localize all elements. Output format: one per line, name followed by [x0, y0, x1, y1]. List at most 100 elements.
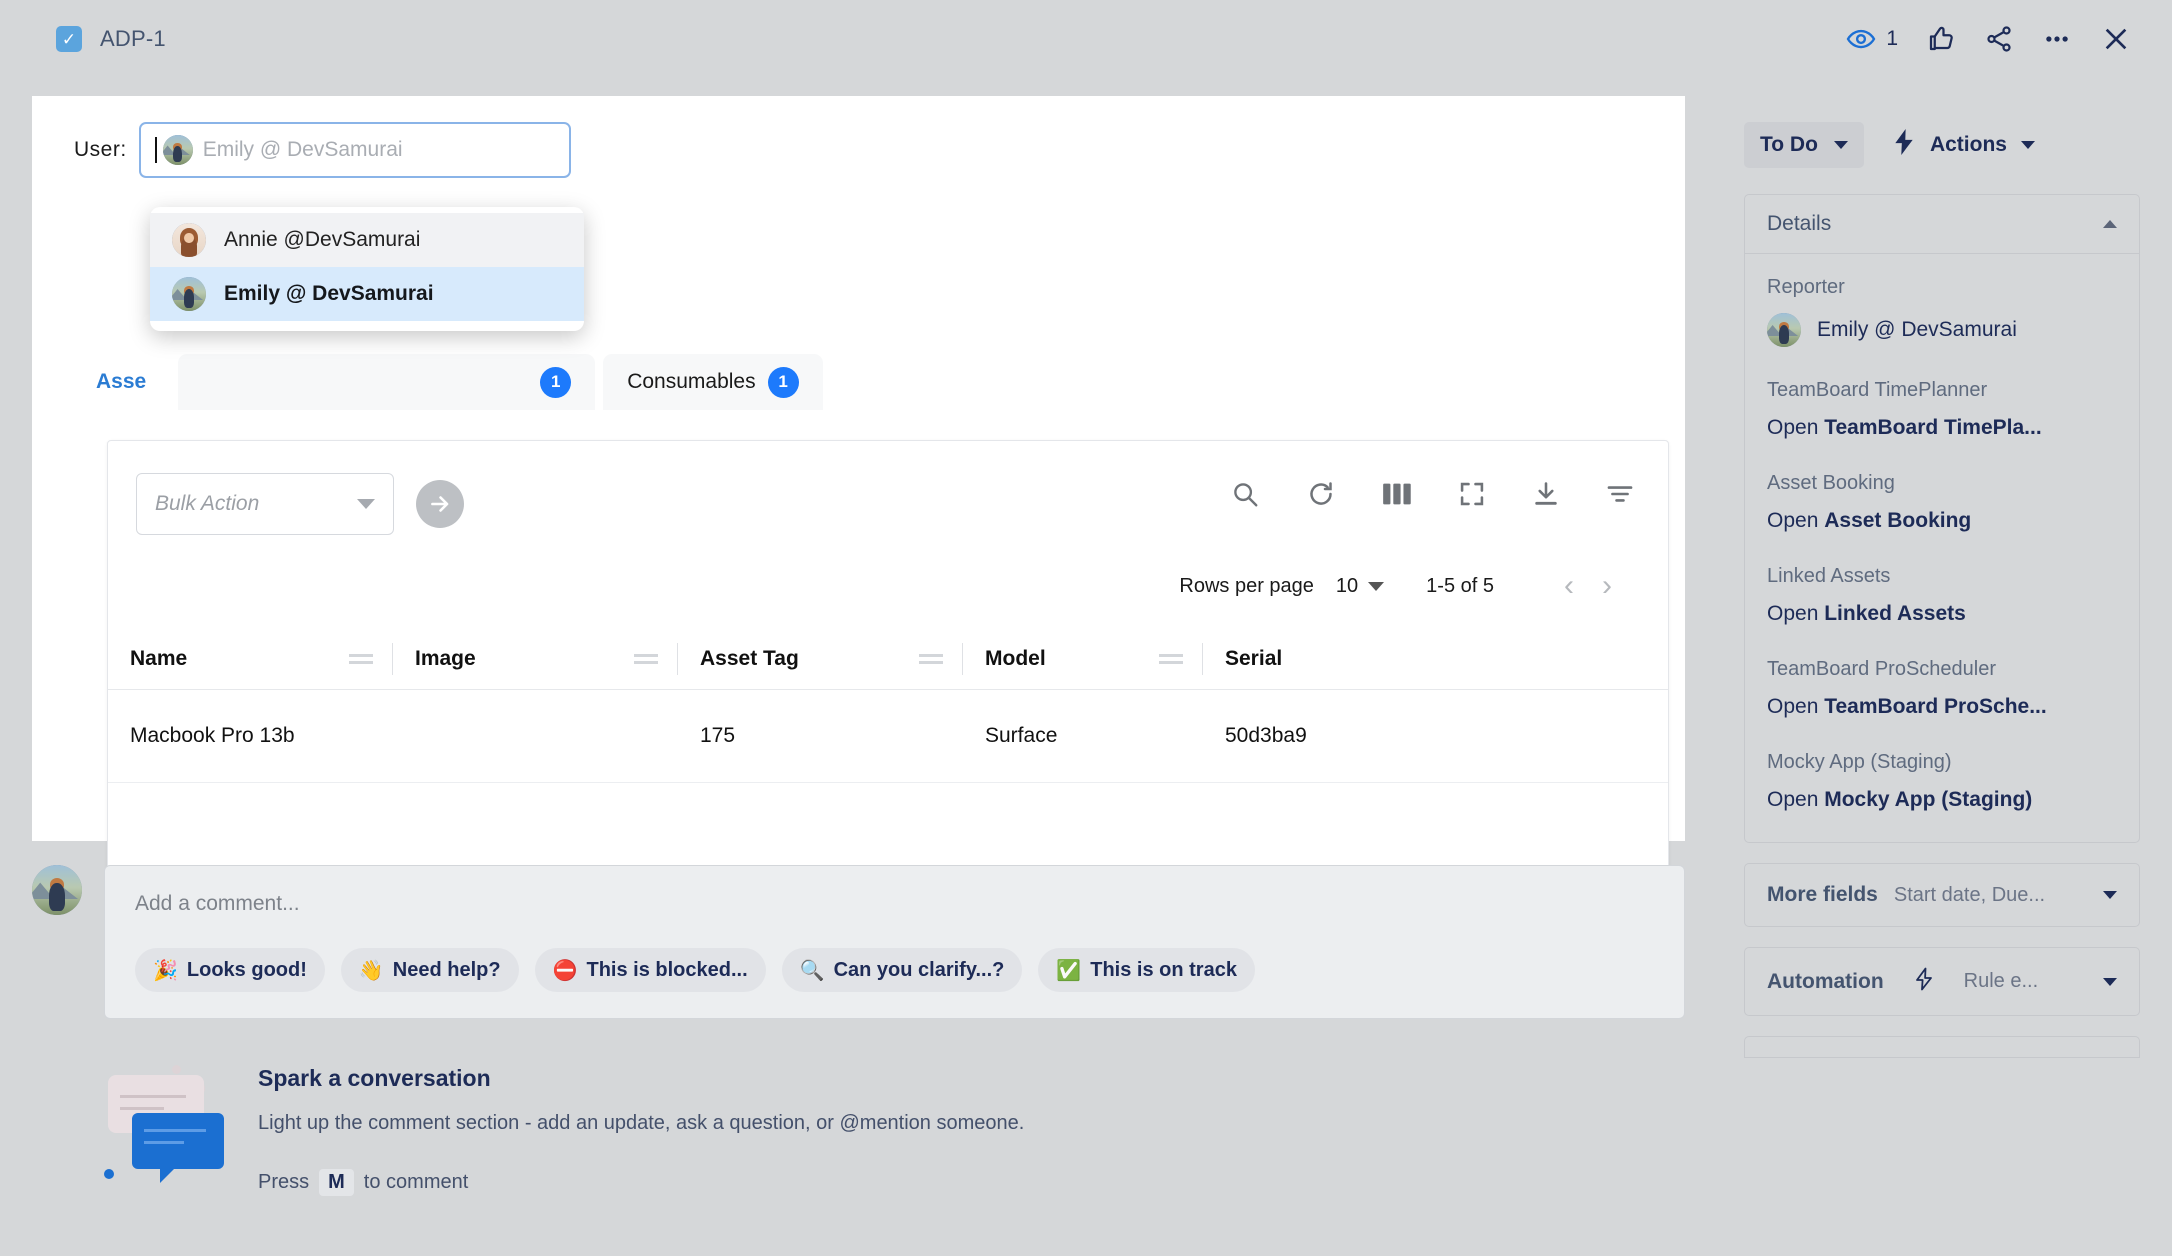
sidebar-next-panel-stub: [1744, 1036, 2140, 1058]
details-panel: Details Reporter Emily @ DevSamurai Team…: [1744, 194, 2140, 843]
issue-key-breadcrumb[interactable]: ADP-1: [100, 26, 166, 52]
tab-hidden-middle-badge: 1: [540, 366, 572, 398]
comment-placeholder: Add a comment...: [135, 892, 300, 915]
field-mocky-app-staging-link[interactable]: Open Mocky App (Staging): [1767, 788, 2117, 812]
tab-consumables[interactable]: Consumables 1: [603, 354, 823, 410]
dropdown-option-emily-label: Emily @ DevSamurai: [224, 282, 434, 305]
column-resize-handle-icon[interactable]: [919, 654, 943, 664]
press-suffix: to comment: [363, 1171, 469, 1193]
dropdown-option-annie[interactable]: Annie @DevSamurai: [150, 213, 584, 267]
column-resize-handle-icon[interactable]: [1159, 654, 1183, 664]
pagination-prev-button[interactable]: ‹: [1550, 571, 1588, 601]
status-label: To Do: [1760, 133, 1818, 156]
table-toolbar: [1230, 479, 1634, 509]
field-teamboard-timeplanner-link[interactable]: Open TeamBoard TimePla...: [1767, 416, 2117, 440]
chevron-down-icon[interactable]: [2103, 891, 2117, 899]
column-header-model-label: Model: [985, 647, 1046, 670]
open-target: TeamBoard TimePla...: [1824, 416, 2042, 439]
download-icon[interactable]: [1532, 480, 1560, 508]
comment-input-box[interactable]: Add a comment... 🎉 Looks good! 👋 Need he…: [104, 865, 1685, 1019]
assets-table-panel: Bulk Action Rows per page 10 1-5 of 5 ‹ …: [107, 440, 1669, 920]
bulk-action-go-button[interactable]: [416, 480, 464, 528]
rows-per-page-value[interactable]: 10: [1336, 575, 1358, 598]
pagination-next-button[interactable]: ›: [1588, 571, 1626, 601]
chip-this-is-on-track[interactable]: ✅ This is on track: [1038, 948, 1255, 992]
chevron-up-icon[interactable]: [2103, 220, 2117, 228]
field-mocky-app-staging: Mocky App (Staging) Open Mocky App (Stag…: [1767, 751, 2117, 812]
bulk-action-select[interactable]: Bulk Action: [136, 473, 394, 535]
user-autocomplete-dropdown: Annie @DevSamurai Emily @ DevSamurai: [150, 207, 584, 331]
topbar-actions: 1: [1846, 23, 2132, 55]
field-linked-assets-label: Linked Assets: [1767, 565, 1891, 587]
details-panel-body: Reporter Emily @ DevSamurai TeamBoard Ti…: [1745, 254, 2139, 842]
lightning-bolt-icon: [1914, 967, 1934, 996]
check-glyph: ✓: [61, 29, 77, 49]
rows-per-page-label: Rows per page: [1179, 574, 1314, 597]
open-target: Linked Assets: [1824, 602, 1966, 625]
spark-shortcut-hint: Press M to comment: [258, 1169, 1024, 1196]
columns-icon[interactable]: [1382, 481, 1412, 507]
field-teamboard-timeplanner: TeamBoard TimePlanner Open TeamBoard Tim…: [1767, 379, 2117, 440]
table-row[interactable]: Macbook Pro 13b 175 Surface 50d3ba9: [108, 689, 1668, 783]
chevron-down-icon[interactable]: [1368, 581, 1385, 591]
open-prefix: Open: [1767, 416, 1825, 439]
refresh-icon[interactable]: [1306, 479, 1336, 509]
filter-icon[interactable]: [1606, 481, 1634, 507]
more-actions-icon[interactable]: [2042, 24, 2072, 54]
column-header-serial[interactable]: Serial: [1203, 629, 1668, 690]
column-resize-handle-icon[interactable]: [634, 654, 658, 664]
automation-panel[interactable]: Automation Rule e...: [1744, 947, 2140, 1016]
tab-assets-label: Asse: [96, 370, 147, 393]
dropdown-option-emily[interactable]: Emily @ DevSamurai: [150, 267, 584, 321]
chip-this-is-blocked[interactable]: ⛔ This is blocked...: [534, 948, 766, 992]
tab-assets[interactable]: Asse: [72, 354, 171, 410]
watch-eye-icon[interactable]: [1846, 24, 1876, 54]
field-reporter-name: Emily @ DevSamurai: [1817, 318, 2017, 341]
chip-need-help-label: Need help?: [392, 958, 501, 981]
cell-serial[interactable]: 50d3ba9: [1203, 689, 1668, 783]
quick-reply-chips: 🎉 Looks good! 👋 Need help? ⛔ This is blo…: [135, 948, 1656, 992]
chip-need-help[interactable]: 👋 Need help?: [340, 948, 519, 992]
watch-button[interactable]: 1: [1846, 24, 1898, 54]
issue-type-checkbox-icon[interactable]: ✓: [56, 26, 82, 52]
actions-dropdown[interactable]: Actions: [1880, 118, 2047, 172]
chip-can-you-clarify-label: Can you clarify...?: [833, 958, 1005, 981]
field-asset-booking-link[interactable]: Open Asset Booking: [1767, 509, 2117, 533]
table-header-row: Name Image Asset Tag Model Serial: [108, 629, 1668, 690]
search-icon[interactable]: [1230, 479, 1260, 509]
column-header-model[interactable]: Model: [963, 629, 1203, 690]
field-reporter-value[interactable]: Emily @ DevSamurai: [1767, 313, 2117, 347]
avatar: [162, 135, 193, 165]
open-prefix: Open: [1767, 509, 1825, 532]
tab-hidden-middle[interactable]: 1: [178, 354, 596, 410]
cell-name[interactable]: Macbook Pro 13b: [108, 689, 393, 783]
fullscreen-icon[interactable]: [1458, 480, 1486, 508]
field-reporter-label: Reporter: [1767, 276, 1845, 298]
avatar: [32, 865, 82, 915]
details-panel-header[interactable]: Details: [1745, 195, 2139, 254]
field-teamboard-proscheduler-link[interactable]: Open TeamBoard ProSche...: [1767, 695, 2117, 719]
field-linked-assets: Linked Assets Open Linked Assets: [1767, 565, 2117, 626]
chip-can-you-clarify[interactable]: 🔍 Can you clarify...?: [781, 948, 1023, 992]
field-linked-assets-link[interactable]: Open Linked Assets: [1767, 602, 2117, 626]
automation-subtitle: Rule e...: [1963, 970, 2039, 992]
user-field-row: User: Emily @ DevSamurai: [74, 122, 571, 178]
status-dropdown[interactable]: To Do: [1744, 122, 1864, 168]
column-header-image[interactable]: Image: [393, 629, 678, 690]
chip-looks-good[interactable]: 🎉 Looks good!: [135, 948, 325, 992]
share-icon[interactable]: [1984, 24, 2014, 54]
open-prefix: Open: [1767, 602, 1825, 625]
close-icon[interactable]: [2100, 23, 2132, 55]
chip-looks-good-label: Looks good!: [186, 958, 307, 981]
column-resize-handle-icon[interactable]: [349, 654, 373, 664]
chevron-down-icon[interactable]: [2103, 977, 2117, 986]
column-header-name-label: Name: [130, 647, 188, 670]
no-entry-icon: ⛔: [552, 959, 578, 982]
issue-sidebar: To Do Actions Details Reporter Emily @ D…: [1744, 118, 2140, 1058]
user-search-input[interactable]: Emily @ DevSamurai: [138, 122, 571, 178]
thumbs-up-icon[interactable]: [1926, 24, 1956, 54]
more-fields-panel[interactable]: More fields Start date, Due...: [1744, 863, 2140, 927]
column-header-name[interactable]: Name: [108, 629, 393, 690]
cell-asset-tag[interactable]: 175: [678, 689, 963, 783]
column-header-asset-tag[interactable]: Asset Tag: [678, 629, 963, 690]
